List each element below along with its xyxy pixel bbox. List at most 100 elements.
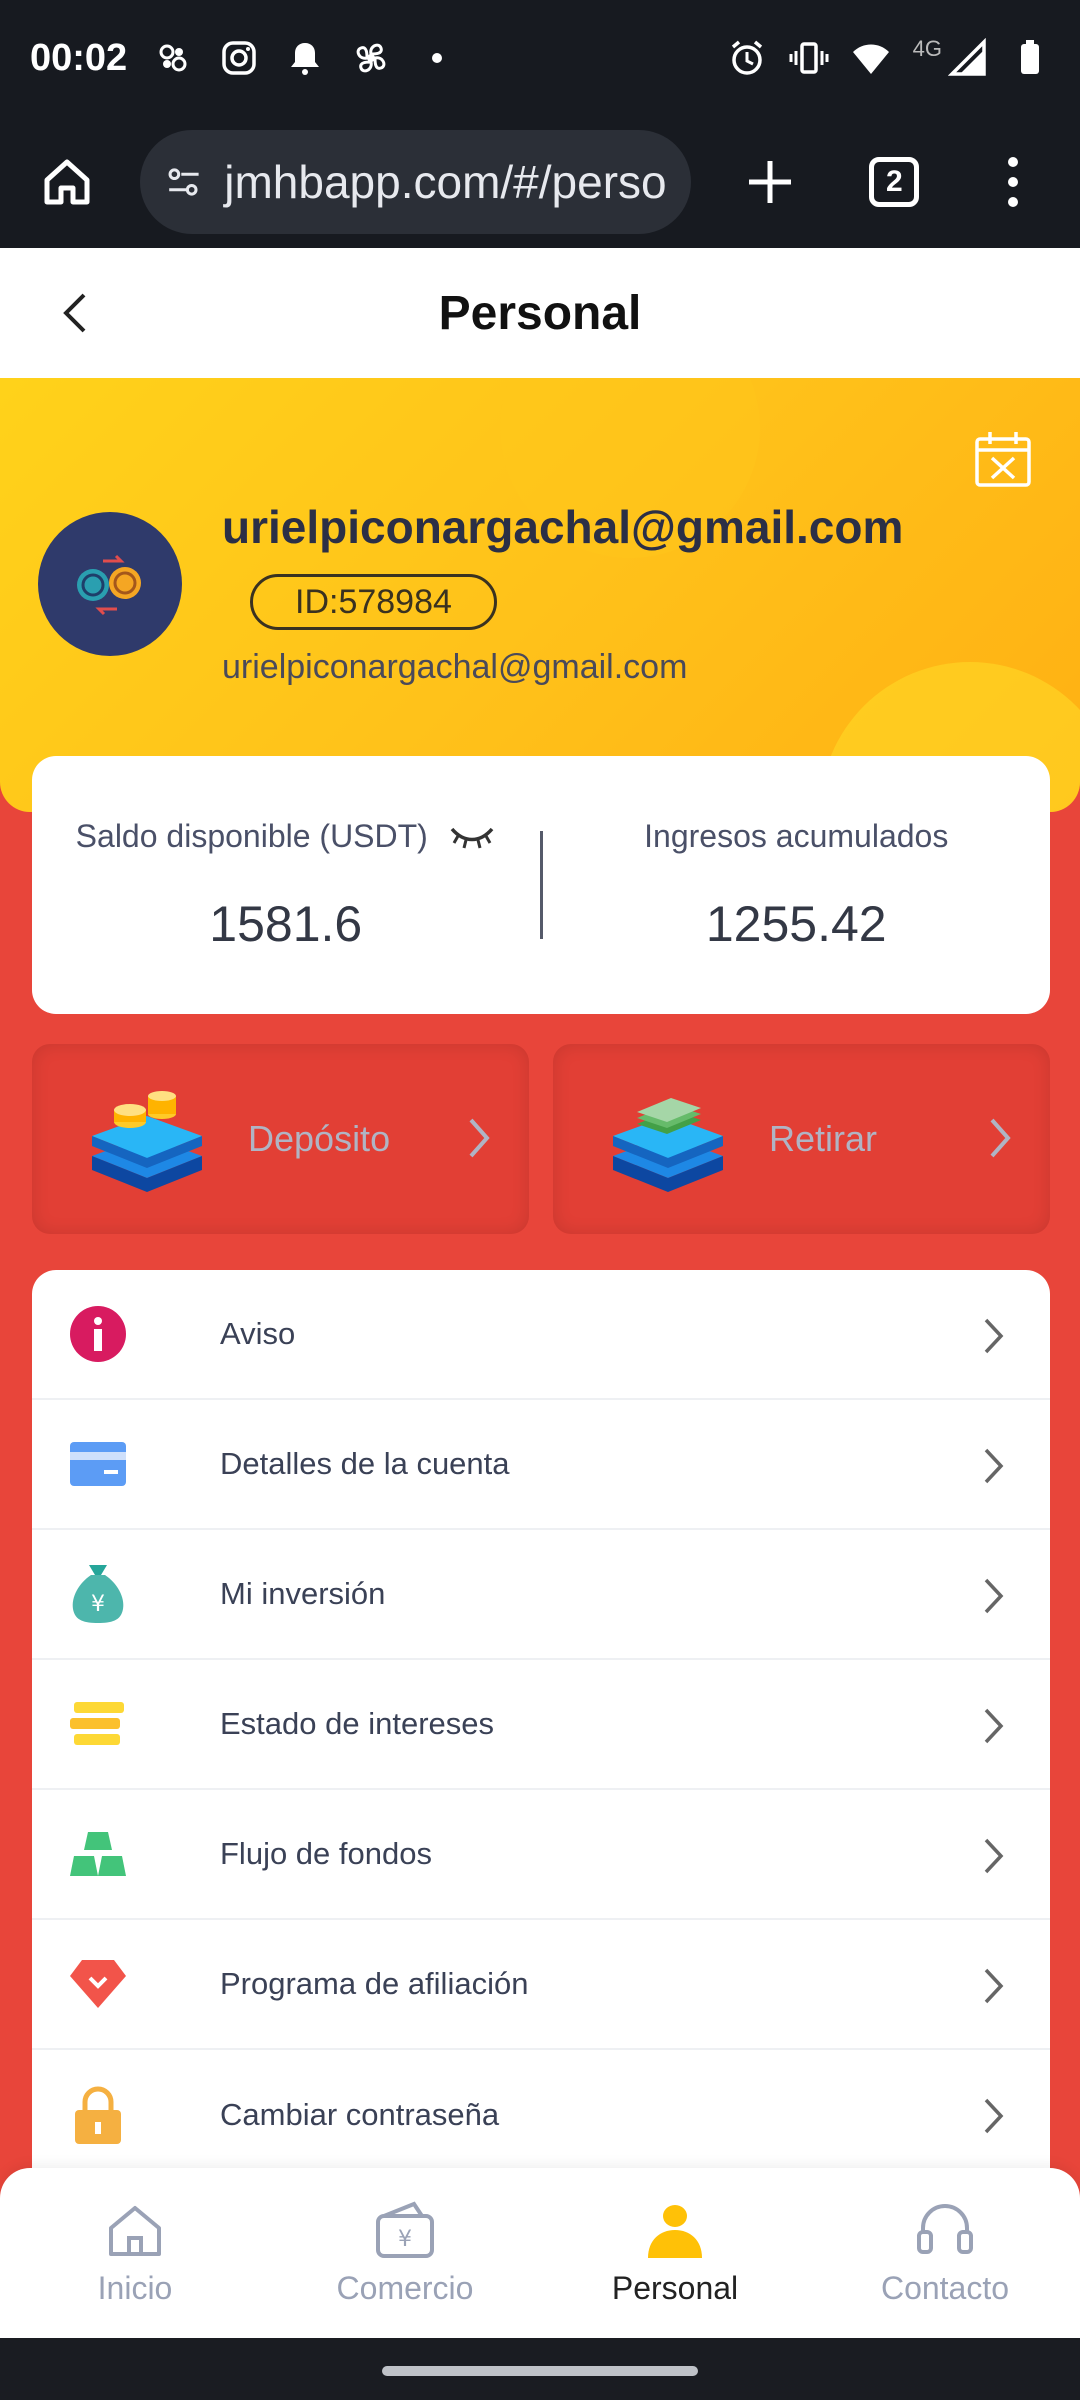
info-icon [70,1306,126,1362]
bottom-nav: Inicio ¥ Comercio Personal Contacto [0,2168,1080,2338]
profile-banner: urielpiconargachal@gmail.com ID:578984 u… [0,378,1080,812]
menu-item-interest-statement[interactable]: Estado de intereses [32,1660,1050,1790]
headset-icon [917,2203,973,2254]
menu-item-label: Detalles de la cuenta [220,1446,510,1481]
withdraw-label: Retirar [769,1118,878,1159]
menu-item-label: Aviso [220,1316,296,1351]
menu-item-account-details[interactable]: Detalles de la cuenta [32,1400,1050,1530]
menu-item-label: Mi inversión [220,1576,386,1611]
accumulated-income-label: Ingresos acumulados [644,817,949,854]
nav-label: Contacto [880,2269,1010,2306]
chevron-right-icon [984,1448,1004,1484]
menu-item-label: Estado de intereses [220,1706,495,1741]
action-row: Depósito Retirar [32,1044,1050,1234]
available-balance-value: 1581.6 [209,895,363,952]
nav-comercio[interactable]: ¥ Comercio [270,2168,540,2338]
signal-icon [948,38,986,76]
chevron-right-icon [469,1118,490,1158]
chevron-right-icon [990,1118,1011,1158]
tab-count: 2 [869,157,920,207]
new-tab-button[interactable] [731,142,809,222]
tabs-button[interactable]: 2 [855,142,933,222]
lock-icon [75,2086,121,2144]
user-email: urielpiconargachal@gmail.com [222,648,688,686]
nav-personal[interactable]: Personal [540,2168,810,2338]
page-header: Personal [0,248,1080,378]
crypto-exchange-icon [77,554,141,616]
deposit-button[interactable]: Depósito [32,1044,529,1234]
menu-item-fund-flow[interactable]: Flujo de fondos [32,1790,1050,1920]
alarm-icon [731,40,762,75]
menu-item-label: Flujo de fondos [220,1836,432,1871]
menu-item-my-investment[interactable]: ¥ Mi inversión [32,1530,1050,1660]
menu-item-label: Cambiar contraseña [220,2097,500,2132]
battery-icon [1021,40,1039,74]
dot-icon [432,53,443,63]
home-button[interactable] [28,142,106,222]
money-bag-icon: ¥ [72,1565,124,1623]
menu-item-label: Programa de afiliación [220,1966,529,2001]
chevron-right-icon [984,1968,1004,2004]
accumulated-income-value: 1255.42 [705,895,887,952]
wifi-icon [852,44,889,74]
person-icon [648,2204,702,2258]
fan-icon [356,43,386,73]
vibrate-icon [789,42,829,74]
site-settings-icon[interactable] [164,159,204,205]
app-notification-icon [159,44,187,72]
available-balance: Saldo disponible (USDT) 1581.6 [32,756,540,1014]
chevron-left-icon [63,293,86,333]
stack-icon [70,1702,124,1745]
nav-label: Personal [611,2269,739,2306]
menu-list: Aviso Detalles de la cuenta ¥ Mi inversi… [32,1270,1050,2170]
nav-label: Inicio [97,2269,173,2306]
menu-item-aviso[interactable]: Aviso [32,1270,1050,1400]
chevron-right-icon [984,2098,1004,2134]
address-bar[interactable]: jmhbapp.com/#/perso [140,130,691,234]
wallet-icon: ¥ [376,2201,434,2258]
chevron-right-icon [984,1578,1004,1614]
svg-text:¥: ¥ [398,2227,412,2252]
browser-toolbar: jmhbapp.com/#/perso 2 [0,116,1080,248]
menu-item-affiliate-program[interactable]: Programa de afiliación [32,1920,1050,2050]
bell-icon [291,43,320,75]
card-icon [70,1442,126,1486]
plus-icon [748,161,791,203]
url-text: jmhbapp.com/#/perso [224,156,667,208]
avatar[interactable] [38,512,182,656]
nav-label: Comercio [336,2269,474,2306]
status-time: 00:02 [30,36,128,79]
gesture-handle[interactable] [382,2366,698,2376]
home-icon [109,2205,161,2256]
user-id-badge: ID:578984 [250,574,497,630]
calendar-checkin-icon[interactable] [974,430,1032,488]
browser-menu-button[interactable] [974,142,1052,222]
chevron-right-icon [984,1838,1004,1874]
instagram-icon [222,41,256,75]
balance-card: Saldo disponible (USDT) 1581.6 Ingresos … [32,756,1050,1014]
svg-text:¥: ¥ [91,1592,105,1617]
user-name: urielpiconargachal@gmail.com [222,501,904,553]
chevron-right-icon [984,1708,1004,1744]
nav-contacto[interactable]: Contacto [810,2168,1080,2338]
nav-inicio[interactable]: Inicio [0,2168,270,2338]
deposit-coins-icon [92,1091,202,1192]
more-vert-icon [1007,157,1018,207]
gesture-bar [0,2338,1080,2400]
chevron-right-icon [984,1318,1004,1354]
network-type-label: 4G [912,36,942,61]
available-balance-label: Saldo disponible (USDT) [75,817,428,854]
back-button[interactable] [40,278,110,348]
withdraw-button[interactable]: Retirar [553,1044,1050,1234]
diamond-icon [70,1960,126,2008]
eye-closed-icon[interactable] [448,821,496,851]
home-outline-icon [44,159,90,205]
gold-bars-icon [70,1832,126,1876]
withdraw-cash-icon [613,1098,723,1192]
menu-item-change-password[interactable]: Cambiar contraseña [32,2050,1050,2170]
page-title: Personal [438,286,642,340]
screen: 00:02 4G jmhbapp.com/#/perso 2 Personal … [0,0,1080,2400]
accumulated-income: Ingresos acumulados 1255.42 [543,756,1051,1014]
deposit-label: Depósito [248,1118,391,1159]
status-bar: 00:02 4G [0,0,1080,116]
